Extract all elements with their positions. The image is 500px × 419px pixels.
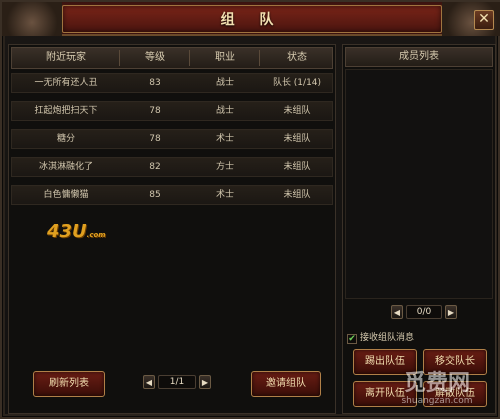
members-pager: ◀ 0/0 ▶ <box>391 305 457 321</box>
title-plate: 组 队 <box>62 5 442 33</box>
players-footer: 刷新列表 ◀ 1/1 ▶ 邀请组队 <box>11 363 333 411</box>
next-page-button[interactable]: ▶ <box>199 375 211 389</box>
player-name: 白色慵懒猫 <box>43 190 89 200</box>
ornament-left-icon <box>2 2 62 36</box>
table-header: 附近玩家 等级 职业 状态 <box>11 47 333 69</box>
receive-team-message-checkbox[interactable]: ✔ <box>347 334 357 344</box>
column-header-class[interactable]: 职业 <box>190 48 260 68</box>
prev-page-button[interactable]: ◀ <box>143 375 155 389</box>
team-window: 组 队 ✕ 附近玩家 等级 职业 状态 一无所有还人丑 83 战士 队长 (1/… <box>0 0 500 419</box>
player-name: 冰淇淋融化了 <box>38 162 93 172</box>
player-level: 82 <box>149 162 161 172</box>
invite-team-button[interactable]: 邀请组队 <box>251 371 321 397</box>
player-status: 未组队 <box>283 106 311 116</box>
player-status: 未组队 <box>283 134 311 144</box>
watermark-logo: 43U.com <box>47 221 106 242</box>
close-button[interactable]: ✕ <box>474 10 494 30</box>
player-name: 一无所有还人丑 <box>34 78 98 88</box>
player-level: 83 <box>149 78 161 88</box>
disband-team-button[interactable]: 解散队伍 <box>423 381 487 407</box>
refresh-list-button[interactable]: 刷新列表 <box>33 371 105 397</box>
player-name: 糖分 <box>56 134 75 144</box>
page-indicator: 1/1 <box>158 375 196 389</box>
receive-team-message-label: 接收组队消息 <box>360 333 415 343</box>
player-level: 78 <box>149 106 161 116</box>
nearby-players-panel: 附近玩家 等级 职业 状态 一无所有还人丑 83 战士 队长 (1/14) 扛起… <box>8 44 336 414</box>
title-bar: 组 队 ✕ <box>2 2 500 36</box>
player-class: 方士 <box>215 162 234 172</box>
transfer-leader-button[interactable]: 移交队长 <box>423 349 487 375</box>
table-row[interactable]: 一无所有还人丑 83 战士 队长 (1/14) <box>11 73 333 93</box>
player-status: 队长 (1/14) <box>272 78 322 88</box>
members-next-button[interactable]: ▶ <box>445 305 457 319</box>
player-status: 未组队 <box>283 190 311 200</box>
leave-team-button[interactable]: 离开队伍 <box>353 381 417 407</box>
table-row[interactable]: 糖分 78 术士 未组队 <box>11 129 333 149</box>
player-class: 术士 <box>215 190 234 200</box>
table-row[interactable]: 扛起炮把扫天下 78 战士 未组队 <box>11 101 333 121</box>
player-class: 术士 <box>215 134 234 144</box>
players-pager: ◀ 1/1 ▶ <box>143 375 211 391</box>
members-prev-button[interactable]: ◀ <box>391 305 403 319</box>
window-title: 组 队 <box>220 12 284 28</box>
member-list[interactable] <box>345 69 493 299</box>
member-list-panel: 成员列表 ◀ 0/0 ▶ ✔ 接收组队消息 踢出队伍 移交队长 离开队伍 解散队伍 <box>342 44 496 414</box>
column-header-level[interactable]: 等级 <box>120 48 190 68</box>
player-class: 战士 <box>215 106 234 116</box>
player-status: 未组队 <box>283 162 311 172</box>
members-page-indicator: 0/0 <box>406 305 442 319</box>
column-header-player[interactable]: 附近玩家 <box>12 48 120 68</box>
player-level: 85 <box>149 190 161 200</box>
watermark-logo-suffix: .com <box>86 231 106 239</box>
table-row[interactable]: 白色慵懒猫 85 术士 未组队 <box>11 185 333 205</box>
receive-team-message-option[interactable]: ✔ 接收组队消息 <box>347 331 414 345</box>
member-list-header: 成员列表 <box>345 47 493 67</box>
kick-member-button[interactable]: 踢出队伍 <box>353 349 417 375</box>
player-name: 扛起炮把扫天下 <box>34 106 98 116</box>
column-header-status[interactable]: 状态 <box>260 48 334 68</box>
player-level: 78 <box>149 134 161 144</box>
player-class: 战士 <box>215 78 234 88</box>
watermark-logo-text: 43U <box>47 221 87 242</box>
table-row[interactable]: 冰淇淋融化了 82 方士 未组队 <box>11 157 333 177</box>
